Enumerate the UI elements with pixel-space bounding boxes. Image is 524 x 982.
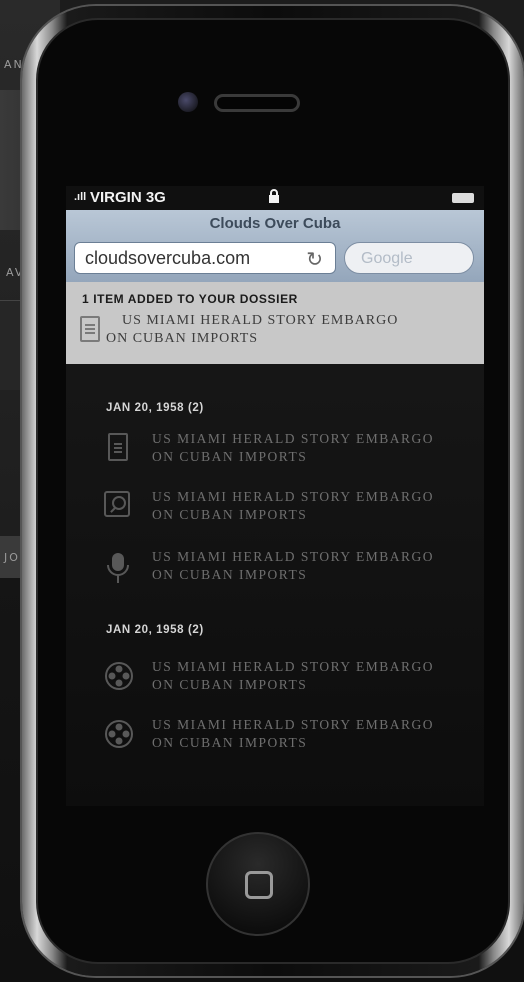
dossier-notice[interactable]: 1 ITEM ADDED TO YOUR DOSSIER US MIAMI HE… bbox=[66, 282, 484, 364]
section-date: JAN 20, 1958 (2) bbox=[106, 402, 204, 414]
signal-icon: .ıll bbox=[74, 191, 87, 203]
list-item-text: US MIAMI HERALD STORY EMBARGO ON CUBAN I… bbox=[152, 658, 434, 694]
list-item-text: US MIAMI HERALD STORY EMBARGO ON CUBAN I… bbox=[152, 488, 434, 524]
search-placeholder: Google bbox=[361, 250, 413, 267]
status-bar: .ıll VIRGIN 3G bbox=[66, 186, 484, 210]
list-item-line: US MIAMI HERALD STORY EMBARGO bbox=[152, 717, 435, 732]
home-square-icon bbox=[245, 871, 273, 899]
document-icon bbox=[80, 316, 100, 342]
notice-title: 1 ITEM ADDED TO YOUR DOSSIER bbox=[82, 292, 298, 306]
list-item-text: US MIAMI HERALD STORY EMBARGO ON CUBAN I… bbox=[152, 548, 434, 584]
list-item[interactable]: US MIAMI HERALD STORY EMBARGO ON CUBAN I… bbox=[100, 548, 484, 592]
search-input[interactable]: Google bbox=[344, 242, 474, 274]
notice-item-line: US MIAMI HERALD STORY EMBARGO bbox=[122, 313, 399, 328]
browser-bar: Clouds Over Cuba cloudsovercuba.com ↻ Go… bbox=[66, 210, 484, 282]
list-item-line: US MIAMI HERALD STORY EMBARGO bbox=[152, 549, 435, 564]
list-item-line: US MIAMI HERALD STORY EMBARGO bbox=[152, 431, 435, 446]
home-button[interactable] bbox=[206, 832, 310, 936]
film-reel-icon bbox=[105, 720, 133, 748]
list-item-line: US MIAMI HERALD STORY EMBARGO bbox=[152, 659, 435, 674]
list-item[interactable]: US MIAMI HERALD STORY EMBARGO ON CUBAN I… bbox=[100, 658, 484, 702]
microphone-icon bbox=[107, 553, 129, 583]
battery-icon bbox=[452, 193, 474, 203]
carrier-label: VIRGIN 3G bbox=[90, 189, 166, 206]
list-item-text: US MIAMI HERALD STORY EMBARGO ON CUBAN I… bbox=[152, 716, 434, 752]
phone-screen: .ıll VIRGIN 3G Clouds Over Cuba cloudsov… bbox=[66, 186, 484, 806]
earpiece-speaker bbox=[214, 94, 300, 112]
url-text: cloudsovercuba.com bbox=[85, 248, 251, 268]
background-text: AN bbox=[4, 58, 24, 71]
list-item-line: US MIAMI HERALD STORY EMBARGO bbox=[152, 489, 435, 504]
list-item-line: ON CUBAN IMPORTS bbox=[152, 677, 308, 692]
reload-icon[interactable]: ↻ bbox=[306, 247, 323, 272]
list-item-line: ON CUBAN IMPORTS bbox=[152, 735, 308, 750]
list-item-line: ON CUBAN IMPORTS bbox=[152, 507, 308, 522]
film-reel-icon bbox=[105, 662, 133, 690]
page-title: Clouds Over Cuba bbox=[209, 215, 341, 232]
list-item-line: ON CUBAN IMPORTS bbox=[152, 449, 308, 464]
list-item-line: ON CUBAN IMPORTS bbox=[152, 567, 308, 582]
document-icon bbox=[108, 433, 128, 461]
list-item[interactable]: US MIAMI HERALD STORY EMBARGO ON CUBAN I… bbox=[100, 488, 484, 532]
list-item[interactable]: US MIAMI HERALD STORY EMBARGO ON CUBAN I… bbox=[100, 430, 484, 474]
list-item[interactable]: US MIAMI HERALD STORY EMBARGO ON CUBAN I… bbox=[100, 716, 484, 760]
notice-item-text: US MIAMI HERALD STORY EMBARGO ON CUBAN I… bbox=[106, 312, 399, 348]
section-date: JAN 20, 1958 (2) bbox=[106, 624, 204, 636]
search-icon bbox=[104, 491, 130, 517]
url-field[interactable]: cloudsovercuba.com ↻ bbox=[74, 242, 336, 274]
notice-item-line: ON CUBAN IMPORTS bbox=[106, 331, 259, 346]
lock-icon bbox=[269, 189, 279, 203]
list-item-text: US MIAMI HERALD STORY EMBARGO ON CUBAN I… bbox=[152, 430, 434, 466]
front-camera bbox=[178, 92, 198, 112]
